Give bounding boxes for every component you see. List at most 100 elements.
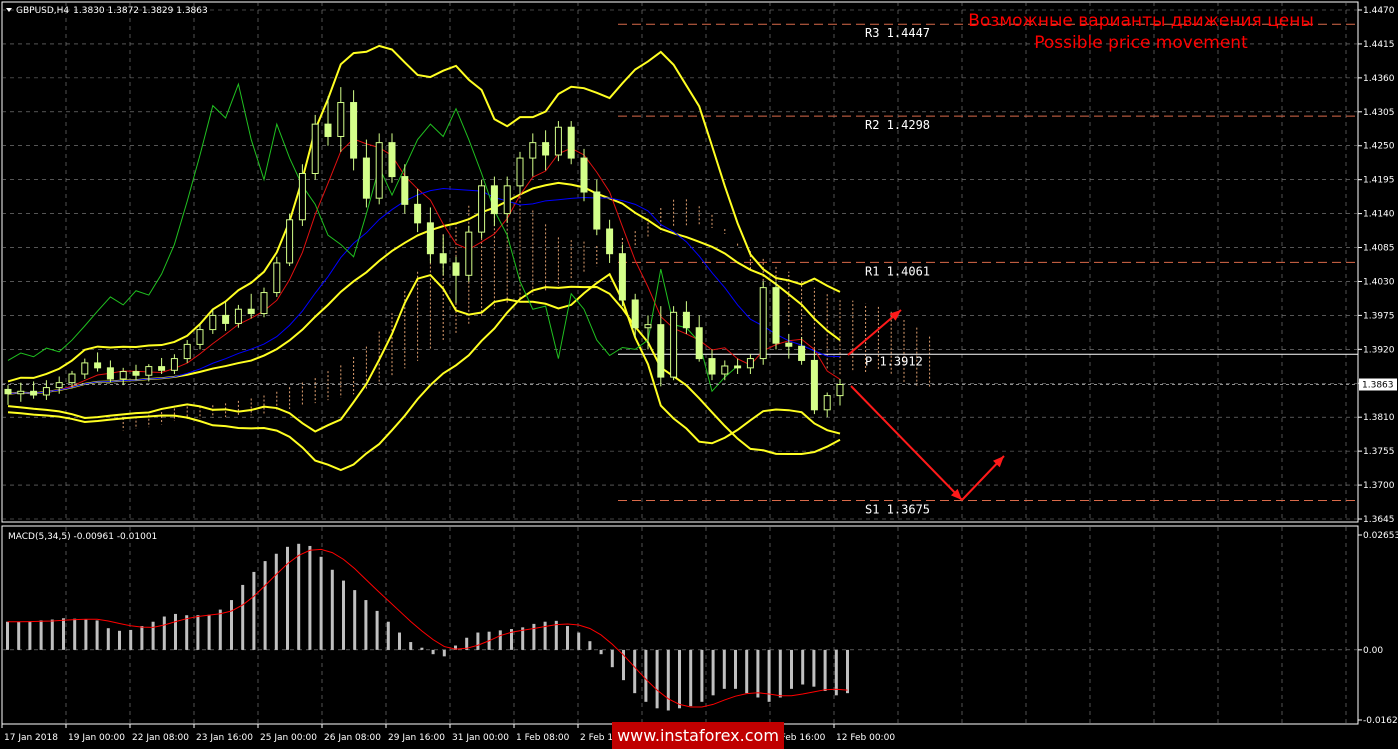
macd-bar xyxy=(207,614,211,650)
y-tick-label: 1.4195 xyxy=(1363,176,1395,186)
candlesticks xyxy=(4,87,844,418)
macd-histogram xyxy=(2,543,1358,711)
x-tick-label: 25 Jan 00:00 xyxy=(260,733,317,743)
forecast-arrows xyxy=(847,309,1005,501)
macd-bar xyxy=(50,619,54,650)
candle-body xyxy=(132,371,140,376)
pivot-label: R2 1.4298 xyxy=(865,118,930,132)
macd-bar xyxy=(297,543,301,650)
candle-body xyxy=(439,253,447,264)
macd-bar xyxy=(678,649,681,709)
macd-bar xyxy=(140,626,144,650)
macd-y-tick-label: 0.00 xyxy=(1363,646,1383,656)
candle-body xyxy=(158,366,166,371)
macd-bar xyxy=(476,632,480,650)
y-tick-label: 1.4085 xyxy=(1363,244,1395,254)
macd-bar xyxy=(599,649,603,655)
y-tick-label: 1.4305 xyxy=(1363,108,1395,118)
candle-body xyxy=(196,329,204,345)
candle-body xyxy=(529,142,537,159)
candle-body xyxy=(388,142,396,178)
x-tick-label: 26 Jan 08:00 xyxy=(324,733,381,743)
candle-body xyxy=(503,185,511,215)
x-tick-label: 31 Jan 00:00 xyxy=(452,733,509,743)
macd-bar xyxy=(655,649,659,709)
macd-bar xyxy=(386,621,390,650)
pivot-label: P 1.3912 xyxy=(865,354,923,368)
macd-bar xyxy=(129,629,133,650)
macd-bar xyxy=(106,628,110,650)
candle-body xyxy=(452,262,460,276)
macd-bar xyxy=(745,649,749,694)
candle-body xyxy=(222,314,230,324)
chart-canvas: R3 1.4447 R2 1.4298 R1 1.4061 P 1.3912 S1 1.… xyxy=(1,1,1398,749)
y-tick-label: 1.4030 xyxy=(1363,277,1395,287)
candle-body xyxy=(823,395,831,411)
macd-bar xyxy=(330,569,334,650)
macd-bar xyxy=(689,649,693,707)
candle-body xyxy=(836,384,844,397)
watermark-badge[interactable]: www.instaforex.com xyxy=(612,722,784,749)
pivot-levels: R3 1.4447 R2 1.4298 R1 1.4061 P 1.3912 S1 1.… xyxy=(618,23,1358,516)
candle-body xyxy=(516,157,524,187)
y-tick-label: 1.3645 xyxy=(1363,515,1395,525)
candle-body xyxy=(695,327,703,360)
candle-body xyxy=(42,387,50,396)
candle-body xyxy=(324,123,332,137)
macd-bar xyxy=(846,649,849,694)
y-tick-label: 1.3920 xyxy=(1363,345,1395,355)
macd-bar xyxy=(734,649,737,689)
macd-bar xyxy=(353,590,357,650)
arrow-shaft xyxy=(850,385,963,501)
candle-body xyxy=(81,362,89,375)
macd-bar xyxy=(62,618,65,650)
candle-body xyxy=(708,358,716,375)
macd-bar xyxy=(778,649,782,698)
macd-bar xyxy=(790,649,793,689)
candle-body xyxy=(4,388,12,395)
pivot-label: R3 1.4447 xyxy=(865,26,930,40)
candle-body xyxy=(209,314,217,331)
price-axis: 1.4470 1.4415 1.4360 1.4305 1.4250 1.4195 1.41… xyxy=(1358,6,1398,726)
candle-body xyxy=(810,359,818,411)
candle-body xyxy=(247,308,255,315)
svg-text:1.3863: 1.3863 xyxy=(1362,381,1394,391)
macd-bar xyxy=(39,620,43,650)
y-tick-label: 1.4250 xyxy=(1363,142,1395,152)
candle-body xyxy=(119,371,127,380)
indicator-lines xyxy=(2,44,1358,472)
y-tick-label: 1.3755 xyxy=(1363,447,1395,457)
candle-body xyxy=(734,365,742,369)
ichimoku-cloud xyxy=(122,188,931,431)
macd-bar xyxy=(162,616,166,650)
macd-bar xyxy=(577,632,581,650)
candle-body xyxy=(478,185,486,233)
current-price-tag: 1.3863 xyxy=(1359,378,1397,391)
macd-bar xyxy=(73,618,77,650)
macd-bar xyxy=(118,630,121,650)
candle-body xyxy=(772,287,780,344)
y-tick-label: 1.4360 xyxy=(1363,74,1395,84)
macd-bar xyxy=(230,600,233,650)
candle-body xyxy=(17,390,25,395)
macd-bar xyxy=(241,584,245,650)
candle-body xyxy=(426,222,434,255)
macd-bar xyxy=(711,649,715,696)
macd-bar xyxy=(6,621,9,650)
candle-body xyxy=(759,287,767,360)
x-tick-label: 17 Jan 2018 xyxy=(4,733,58,743)
macd-bar xyxy=(364,600,368,650)
y-tick-label: 1.3700 xyxy=(1363,481,1395,491)
macd-bar xyxy=(409,642,413,650)
candle-body xyxy=(465,231,473,276)
macd-bar xyxy=(566,626,569,650)
candle-body xyxy=(401,176,409,205)
candle-body xyxy=(414,203,422,224)
candle-body xyxy=(311,123,319,174)
candle-body xyxy=(145,366,153,376)
candle-body xyxy=(55,382,63,389)
macd-bar xyxy=(442,649,446,657)
candle-body xyxy=(580,157,588,193)
candle-body xyxy=(170,358,178,371)
macd-bar xyxy=(700,649,704,702)
